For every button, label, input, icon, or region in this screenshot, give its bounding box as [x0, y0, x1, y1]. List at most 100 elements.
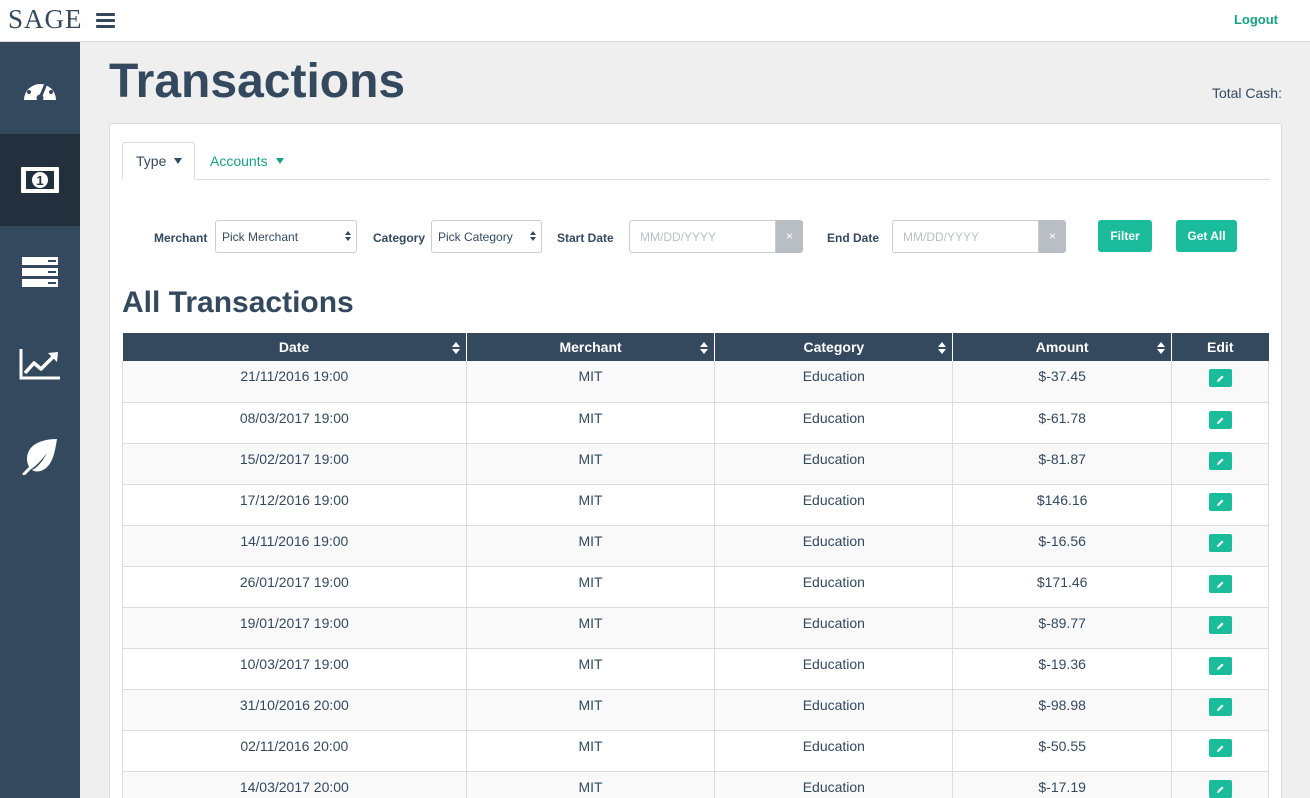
cell-category: Education: [714, 648, 954, 690]
category-select[interactable]: Pick Category: [431, 220, 542, 253]
cell-date: 08/03/2017 19:00: [122, 402, 467, 444]
edit-button[interactable]: [1208, 779, 1232, 798]
svg-text:1: 1: [36, 173, 43, 188]
sidebar: 1: [0, 42, 80, 798]
sort-icon: [1157, 342, 1166, 354]
line-chart-icon: [19, 349, 60, 380]
brand-logo[interactable]: SAGE: [8, 4, 83, 35]
total-cash-label: Total Cash:: [1211, 85, 1282, 101]
start-date-label: Start Date: [557, 231, 614, 245]
sidebar-item-accounts[interactable]: [0, 226, 80, 318]
pencil-icon: [1216, 458, 1224, 465]
cell-date: 26/01/2017 19:00: [122, 566, 467, 608]
table-row: 10/03/2017 19:00 MIT Education $-19.36: [122, 648, 1269, 690]
column-header-category[interactable]: Category: [714, 333, 954, 361]
filter-bar: Merchant Pick Merchant Category Pick Cat…: [110, 220, 1283, 254]
tab-type-label: Type: [136, 153, 167, 169]
merchant-select[interactable]: Pick Merchant: [215, 220, 357, 253]
edit-button[interactable]: [1208, 451, 1232, 470]
tab-type[interactable]: Type: [122, 142, 195, 180]
transactions-panel: Type Accounts Merchant Pick Merchant Cat…: [109, 123, 1282, 798]
sort-icon: [451, 342, 460, 354]
table-body: 21/11/2016 19:00 MIT Education $-37.45 08/03…: [122, 361, 1269, 798]
edit-button[interactable]: [1208, 533, 1232, 552]
cell-date: 14/11/2016 19:00: [122, 525, 467, 567]
pencil-icon: [1216, 704, 1224, 711]
sidebar-item-trends[interactable]: [0, 318, 80, 410]
cell-edit: [1171, 648, 1269, 690]
cell-category: Education: [714, 443, 954, 485]
column-header-amount[interactable]: Amount: [952, 333, 1173, 361]
sidebar-item-dashboard[interactable]: [0, 42, 80, 134]
pencil-icon: [1216, 581, 1224, 588]
cell-category: Education: [714, 771, 954, 798]
caret-down-icon: [174, 158, 183, 164]
end-date-label: End Date: [827, 231, 880, 245]
cell-edit: [1171, 443, 1269, 485]
cell-edit: [1171, 730, 1269, 772]
table-row: 14/03/2017 20:00 MIT Education $-17.19: [122, 771, 1269, 798]
start-date-clear-button[interactable]: ×: [776, 220, 803, 253]
cell-edit: [1171, 402, 1269, 444]
edit-button[interactable]: [1208, 615, 1232, 634]
column-header-date[interactable]: Date: [122, 333, 467, 361]
end-date-clear-button[interactable]: ×: [1039, 220, 1066, 253]
table-row: 31/10/2016 20:00 MIT Education $-98.98: [122, 689, 1269, 731]
cell-merchant: MIT: [466, 361, 716, 403]
cell-date: 15/02/2017 19:00: [122, 443, 467, 485]
accounts-list-icon: [22, 257, 58, 287]
cell-edit: [1171, 566, 1269, 608]
column-header-merchant[interactable]: Merchant: [466, 333, 716, 361]
pencil-icon: [1216, 375, 1224, 382]
top-bar: SAGE Logout: [0, 0, 1310, 42]
edit-button[interactable]: [1208, 369, 1232, 387]
edit-button[interactable]: [1208, 574, 1232, 593]
cell-date: 14/03/2017 20:00: [122, 771, 467, 798]
pencil-icon: [1216, 499, 1224, 506]
cell-amount: $-81.87: [952, 443, 1173, 485]
cell-category: Education: [714, 730, 954, 772]
filter-button[interactable]: Filter: [1098, 220, 1152, 252]
cell-merchant: MIT: [466, 484, 716, 526]
leaf-icon: [22, 439, 57, 475]
category-label: Category: [373, 231, 426, 245]
pencil-icon: [1216, 622, 1224, 629]
transactions-table: Date Merchant Category Amount Edit 21/11…: [122, 333, 1269, 798]
category-select-value: Pick Category: [438, 230, 513, 244]
menu-toggle-icon[interactable]: [96, 13, 115, 29]
table-header-row: Date Merchant Category Amount Edit: [122, 333, 1269, 361]
money-bill-icon: 1: [21, 167, 59, 193]
cell-merchant: MIT: [466, 771, 716, 798]
cell-merchant: MIT: [466, 525, 716, 567]
cell-amount: $-89.77: [952, 607, 1173, 649]
edit-button[interactable]: [1208, 410, 1232, 429]
cell-category: Education: [714, 689, 954, 731]
edit-button[interactable]: [1208, 697, 1232, 716]
edit-button[interactable]: [1208, 492, 1232, 511]
cell-date: 31/10/2016 20:00: [122, 689, 467, 731]
merchant-label: Merchant: [154, 231, 208, 245]
sidebar-item-savings[interactable]: [0, 410, 80, 502]
table-row: 14/11/2016 19:00 MIT Education $-16.56: [122, 525, 1269, 567]
cell-merchant: MIT: [466, 730, 716, 772]
table-row: 17/12/2016 19:00 MIT Education $146.16: [122, 484, 1269, 526]
table-row: 08/03/2017 19:00 MIT Education $-61.78: [122, 402, 1269, 444]
table-row: 02/11/2016 20:00 MIT Education $-50.55: [122, 730, 1269, 772]
sort-icon: [938, 342, 947, 354]
edit-button[interactable]: [1208, 656, 1232, 675]
sidebar-item-transactions[interactable]: 1: [0, 134, 80, 226]
cell-category: Education: [714, 525, 954, 567]
cell-date: 17/12/2016 19:00: [122, 484, 467, 526]
cell-edit: [1171, 525, 1269, 567]
tab-accounts[interactable]: Accounts: [210, 142, 284, 180]
end-date-input[interactable]: MM/DD/YYYY: [892, 220, 1039, 253]
pencil-icon: [1216, 417, 1224, 424]
get-all-button[interactable]: Get All: [1176, 220, 1237, 252]
logout-link[interactable]: Logout: [1234, 12, 1278, 27]
cell-category: Education: [714, 402, 954, 444]
cell-edit: [1171, 361, 1269, 403]
cell-date: 10/03/2017 19:00: [122, 648, 467, 690]
cell-date: 02/11/2016 20:00: [122, 730, 467, 772]
edit-button[interactable]: [1208, 738, 1232, 757]
start-date-input[interactable]: MM/DD/YYYY: [629, 220, 776, 253]
